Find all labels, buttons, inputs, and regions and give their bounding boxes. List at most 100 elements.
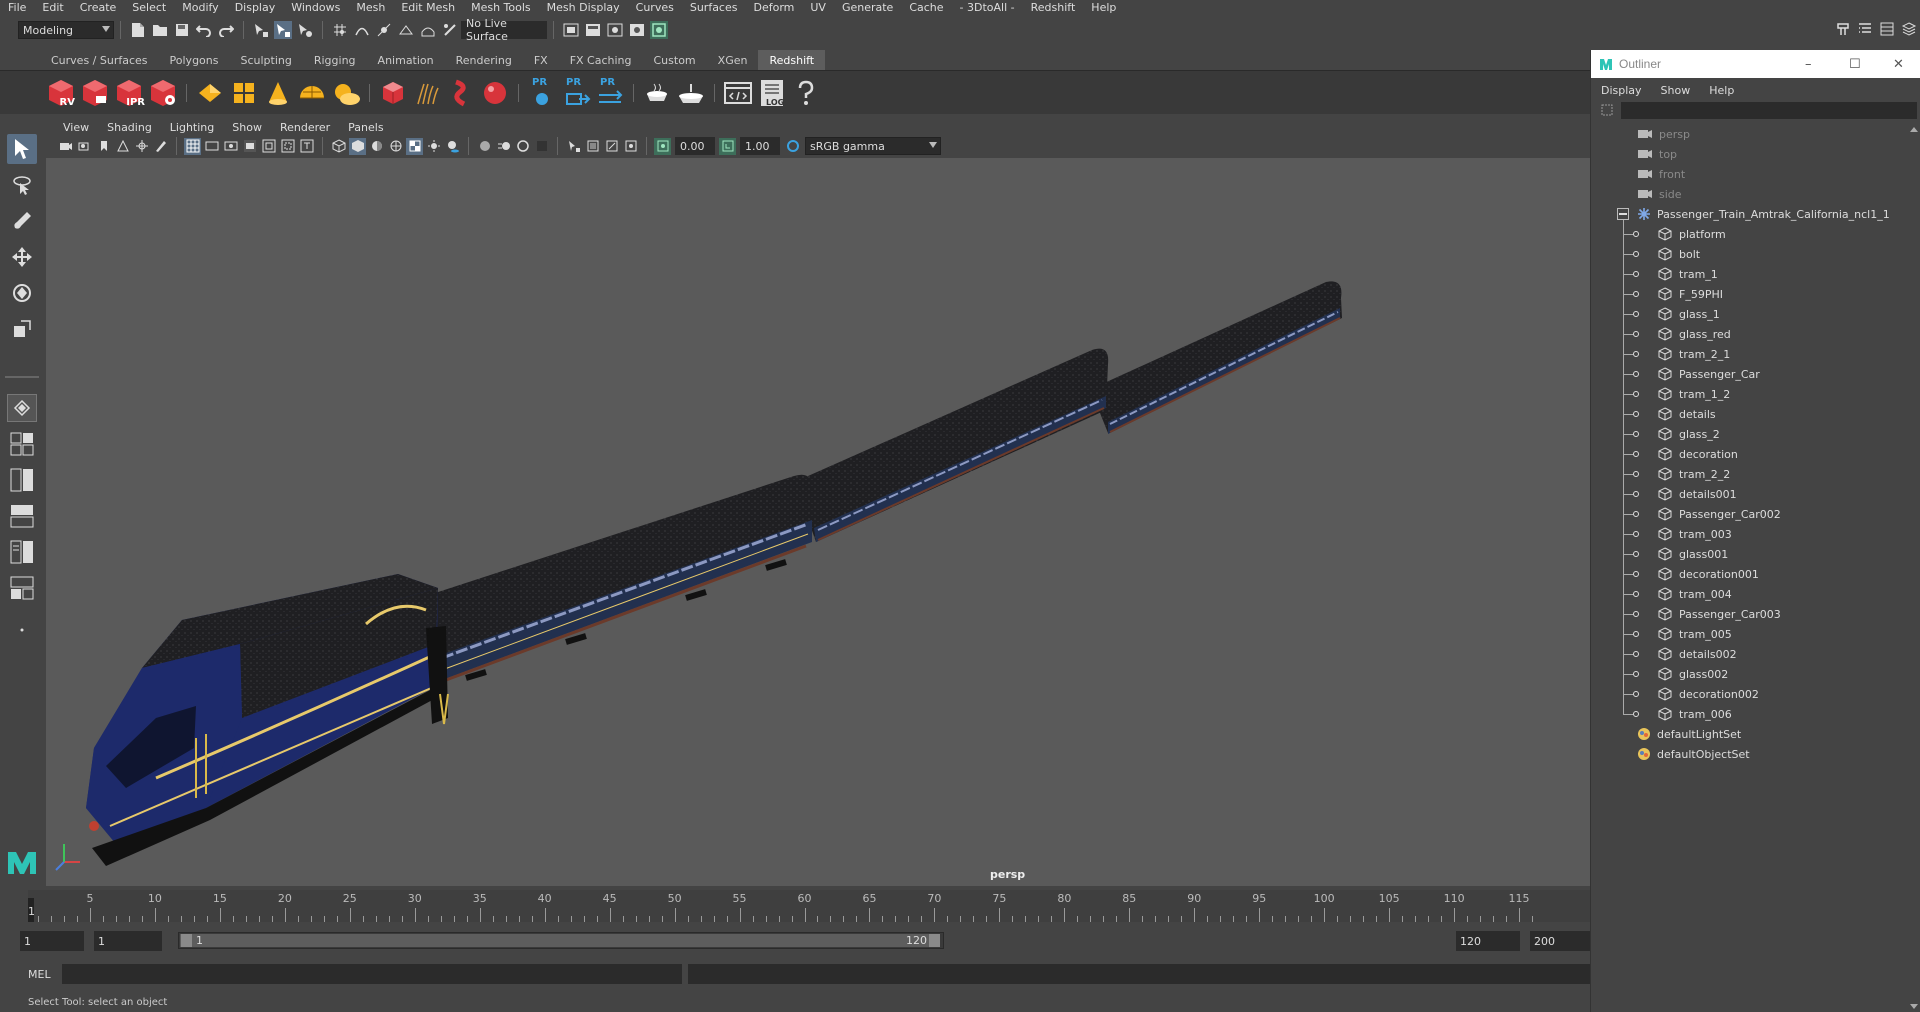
menu-display[interactable]: Display: [227, 0, 284, 16]
outliner-item-details[interactable]: details: [1657, 404, 1716, 424]
outliner-item-details001[interactable]: details001: [1657, 484, 1737, 504]
outliner-item-defaultobjectset[interactable]: defaultObjectSet: [1637, 744, 1750, 764]
menu-windows[interactable]: Windows: [283, 0, 348, 16]
help-icon[interactable]: [790, 77, 822, 109]
shelf-tab-curves-surfaces[interactable]: Curves / Surfaces: [40, 50, 159, 70]
scale-tool-button[interactable]: [7, 314, 37, 344]
outliner-item-f-59phi[interactable]: F_59PHI: [1657, 284, 1723, 304]
textured-icon[interactable]: [406, 137, 423, 155]
viewport-menu-renderer[interactable]: Renderer: [271, 121, 339, 134]
menu-help[interactable]: Help: [1083, 0, 1124, 16]
outliner-item-tram-003[interactable]: tram_003: [1657, 524, 1732, 544]
lasso-tool-button[interactable]: [7, 170, 37, 200]
render-log-icon[interactable]: LOG: [756, 77, 788, 109]
menu-edit-mesh[interactable]: Edit Mesh: [393, 0, 463, 16]
shelf-tab-xgen[interactable]: XGen: [707, 50, 759, 70]
shelf-tab-polygons[interactable]: Polygons: [159, 50, 230, 70]
menu-redshift[interactable]: Redshift: [1023, 0, 1084, 16]
field-chart-icon[interactable]: [260, 138, 277, 155]
redshift-area-light-icon[interactable]: [194, 77, 226, 109]
outliner-item-camera-side[interactable]: side: [1637, 184, 1682, 204]
select-tool-button[interactable]: [7, 134, 37, 164]
side-by-side-layout-button[interactable]: [7, 466, 37, 494]
outliner-item-tram-1[interactable]: tram_1: [1657, 264, 1718, 284]
close-icon[interactable]: ✕: [1893, 57, 1904, 72]
redshift-volume-icon[interactable]: [445, 77, 477, 109]
shelf-tab-redshift[interactable]: Redshift: [758, 50, 826, 70]
outliner-item-defaultlightset[interactable]: defaultLightSet: [1637, 724, 1741, 744]
outliner-menu-show[interactable]: Show: [1661, 84, 1700, 97]
outliner-menu-display[interactable]: Display: [1601, 84, 1651, 97]
minimize-icon[interactable]: –: [1805, 57, 1812, 72]
range-end-handle[interactable]: [929, 934, 940, 947]
menu-create[interactable]: Create: [72, 0, 125, 16]
outliner-titlebar[interactable]: Outliner – ☐ ✕: [1591, 50, 1920, 78]
script-editor-icon[interactable]: [722, 77, 754, 109]
menu-mesh-display[interactable]: Mesh Display: [539, 0, 628, 16]
live-surface-field[interactable]: No Live Surface: [461, 17, 547, 43]
screen-space-ao-icon[interactable]: [476, 138, 493, 155]
open-scene-icon[interactable]: [151, 21, 169, 39]
select-camera-icon[interactable]: [57, 138, 74, 155]
undo-icon[interactable]: [195, 21, 213, 39]
view-transform-dropdown[interactable]: sRGB gamma: [805, 137, 941, 155]
motion-blur-icon[interactable]: [495, 138, 512, 155]
redshift-ies-light-icon[interactable]: [262, 77, 294, 109]
menu-curves[interactable]: Curves: [628, 0, 682, 16]
smooth-shade-icon[interactable]: [349, 137, 366, 155]
snap-grid-icon[interactable]: [331, 21, 349, 39]
animation-start-field[interactable]: 1: [20, 931, 84, 951]
safe-title-icon[interactable]: [298, 138, 315, 155]
shelf-tab-rendering[interactable]: Rendering: [445, 50, 523, 70]
shadows-icon[interactable]: [444, 138, 461, 155]
xray-components-icon[interactable]: [622, 138, 639, 155]
outliner-item-tram-006[interactable]: tram_006: [1657, 704, 1732, 724]
outliner-item-decoration[interactable]: decoration: [1657, 444, 1738, 464]
gamma-field[interactable]: 1.00: [740, 137, 780, 155]
redshift-portal-light-icon[interactable]: [228, 77, 260, 109]
exposure-field[interactable]: 0.00: [675, 137, 715, 155]
menu-surfaces[interactable]: Surfaces: [682, 0, 746, 16]
hypershade-persp-layout-button[interactable]: [7, 574, 37, 602]
playback-start-field[interactable]: 1: [94, 931, 162, 951]
outliner-item-camera-persp[interactable]: persp: [1637, 124, 1690, 144]
menu-select[interactable]: Select: [124, 0, 174, 16]
ipr-render-icon[interactable]: [584, 21, 602, 39]
redshift-render-settings-icon[interactable]: [147, 77, 179, 109]
redshift-render-icon[interactable]: [79, 77, 111, 109]
outliner-item-tram-2-1[interactable]: tram_2_1: [1657, 344, 1730, 364]
redo-icon[interactable]: [217, 21, 235, 39]
outliner-menu-help[interactable]: Help: [1709, 84, 1743, 97]
shelf-tab-custom[interactable]: Custom: [643, 50, 707, 70]
redshift-ipr-icon[interactable]: IPR: [113, 77, 145, 109]
workspace-dropdown[interactable]: Modeling: [18, 21, 114, 39]
exposure-icon[interactable]: [654, 137, 671, 155]
save-scene-icon[interactable]: [173, 21, 191, 39]
outliner-item-glass001[interactable]: glass001: [1657, 544, 1728, 564]
anti-aliasing-icon[interactable]: [514, 138, 531, 155]
menu-mesh[interactable]: Mesh: [348, 0, 393, 16]
color-management-icon[interactable]: [784, 138, 801, 155]
hypershade-icon[interactable]: [628, 21, 646, 39]
gate-mask-icon[interactable]: [241, 138, 258, 155]
film-gate-icon[interactable]: [203, 138, 220, 155]
redshift-hair-icon[interactable]: [411, 77, 443, 109]
isolate-select-icon[interactable]: [565, 138, 582, 155]
single-perspective-layout-button[interactable]: [7, 394, 37, 422]
outliner-item-passenger-car002[interactable]: Passenger_Car002: [1657, 504, 1781, 524]
range-slider-fill[interactable]: [180, 934, 940, 947]
resolution-gate-icon[interactable]: [222, 138, 239, 155]
snap-view-plane-icon[interactable]: [397, 21, 415, 39]
outliner-item-camera-front[interactable]: front: [1637, 164, 1685, 184]
range-start-handle[interactable]: [181, 934, 192, 947]
pr-arrows-icon[interactable]: PR: [594, 77, 626, 109]
redshift-dome-light-icon[interactable]: [296, 77, 328, 109]
outliner-item-passenger-car[interactable]: Passenger_Car: [1657, 364, 1760, 384]
image-plane-icon[interactable]: [114, 138, 131, 155]
menu-generate[interactable]: Generate: [834, 0, 901, 16]
grease-pencil-icon[interactable]: [152, 138, 169, 155]
outliner-item-bolt[interactable]: bolt: [1657, 244, 1700, 264]
outliner-item-glass-1[interactable]: glass_1: [1657, 304, 1720, 324]
four-view-layout-button[interactable]: [7, 430, 37, 458]
safe-action-icon[interactable]: [279, 138, 296, 155]
